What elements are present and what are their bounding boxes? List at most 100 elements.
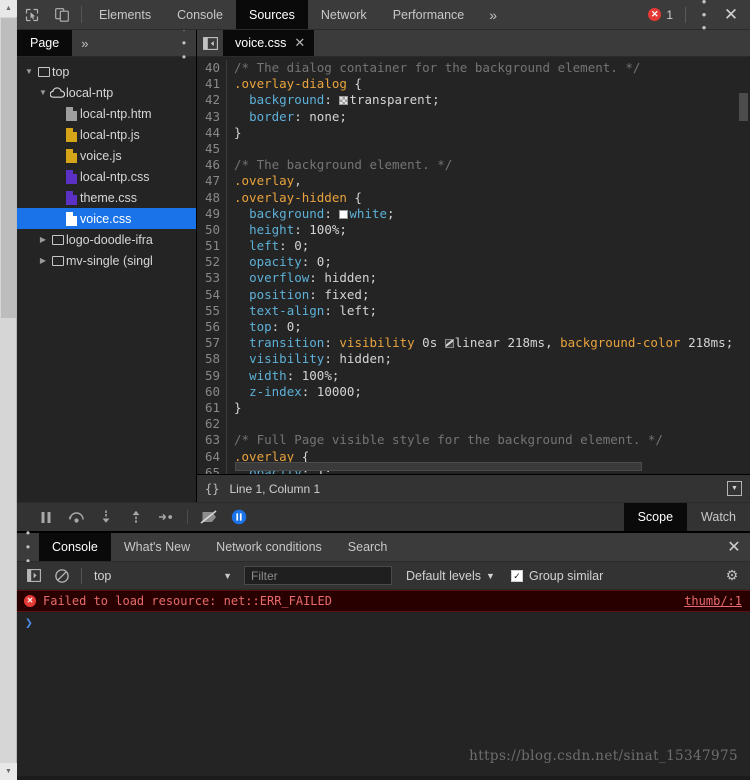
color-swatch-white-icon[interactable] <box>339 210 348 219</box>
line-number[interactable]: 52 <box>197 254 227 270</box>
tab-elements[interactable]: Elements <box>86 0 164 29</box>
code-line[interactable]: 56 top: 0; <box>197 319 750 335</box>
code-line[interactable]: 51 left: 0; <box>197 238 750 254</box>
console-context-select[interactable]: top ▼ <box>90 569 238 583</box>
console-message-source-link[interactable]: thumb/:1 <box>684 594 742 608</box>
tab-watch[interactable]: Watch <box>687 503 750 531</box>
navigator-more-tabs-button[interactable]: » <box>72 30 97 56</box>
tab-network[interactable]: Network <box>308 0 380 29</box>
step-button[interactable] <box>151 503 181 531</box>
navigator-tab-page[interactable]: Page <box>17 30 72 56</box>
console-sidebar-icon[interactable] <box>23 569 45 582</box>
code-line[interactable]: 52 opacity: 0; <box>197 254 750 270</box>
twisty-open-icon[interactable]: ▼ <box>23 67 35 76</box>
file-tree[interactable]: ▼top▼local-ntp local-ntp.htm local-ntp.j… <box>17 57 196 502</box>
code-line[interactable]: 53 overflow: hidden; <box>197 270 750 286</box>
tab-scope[interactable]: Scope <box>624 503 687 531</box>
editor-tab-voice-css[interactable]: voice.css ✕ <box>223 30 314 56</box>
line-number[interactable]: 45 <box>197 141 227 157</box>
code-line[interactable]: 45 <box>197 141 750 157</box>
color-swatch-transparent-icon[interactable] <box>339 96 348 105</box>
drawer-tab-network-conditions[interactable]: Network conditions <box>203 533 335 561</box>
line-number[interactable]: 53 <box>197 270 227 286</box>
line-number[interactable]: 59 <box>197 368 227 384</box>
deactivate-breakpoints-button[interactable] <box>194 503 224 531</box>
line-number[interactable]: 47 <box>197 173 227 189</box>
code-line[interactable]: 46/* The background element. */ <box>197 157 750 173</box>
code-line[interactable]: 43 border: none; <box>197 109 750 125</box>
twisty-closed-icon[interactable]: ▶ <box>37 235 49 244</box>
line-number[interactable]: 51 <box>197 238 227 254</box>
line-number[interactable]: 44 <box>197 125 227 141</box>
scrollbar-thumb[interactable] <box>1 18 16 318</box>
show-drawer-icon[interactable]: ▼ <box>727 481 742 496</box>
device-toolbar-icon[interactable] <box>47 0 77 29</box>
line-number[interactable]: 49 <box>197 206 227 222</box>
line-number[interactable]: 63 <box>197 432 227 448</box>
code-line[interactable]: 59 width: 100%; <box>197 368 750 384</box>
code-line[interactable]: 63/* Full Page visible style for the bac… <box>197 432 750 448</box>
line-number[interactable]: 46 <box>197 157 227 173</box>
show-navigator-icon[interactable] <box>197 30 223 56</box>
tree-item[interactable]: theme.css <box>17 187 196 208</box>
code-line[interactable]: 54 position: fixed; <box>197 287 750 303</box>
code-line[interactable]: 41.overlay-dialog { <box>197 76 750 92</box>
code-line[interactable]: 60 z-index: 10000; <box>197 384 750 400</box>
navigator-options-kebab-icon[interactable]: ••• <box>172 30 196 56</box>
line-number[interactable]: 41 <box>197 76 227 92</box>
line-number[interactable]: 42 <box>197 92 227 108</box>
line-number[interactable]: 62 <box>197 416 227 432</box>
group-similar-toggle[interactable]: ✓ Group similar <box>511 569 603 583</box>
step-out-button[interactable] <box>121 503 151 531</box>
line-number[interactable]: 48 <box>197 190 227 206</box>
code-line[interactable]: 42 background: transparent; <box>197 92 750 108</box>
scrollbar-down-arrow[interactable]: ▼ <box>0 763 17 780</box>
step-into-button[interactable] <box>91 503 121 531</box>
code-line[interactable]: 44} <box>197 125 750 141</box>
drawer-options-kebab-icon[interactable]: ••• <box>17 533 39 561</box>
tree-item[interactable]: ▶mv-single (singl <box>17 250 196 271</box>
line-number[interactable]: 65 <box>197 465 227 474</box>
tree-item[interactable]: local-ntp.js <box>17 124 196 145</box>
editor-tab-close-icon[interactable]: ✕ <box>294 35 305 51</box>
pretty-print-icon[interactable]: {} <box>205 482 219 496</box>
tab-performance[interactable]: Performance <box>380 0 478 29</box>
tree-item[interactable]: local-ntp.css <box>17 166 196 187</box>
line-number[interactable]: 55 <box>197 303 227 319</box>
line-number[interactable]: 54 <box>197 287 227 303</box>
twisty-closed-icon[interactable]: ▶ <box>37 256 49 265</box>
code-horizontal-scrollbar[interactable] <box>235 462 642 471</box>
scrollbar-up-arrow[interactable]: ▲ <box>0 0 17 17</box>
page-scrollbar[interactable]: ▲ ▼ <box>0 0 17 780</box>
tree-item[interactable]: ▼top <box>17 61 196 82</box>
code-line[interactable]: 55 text-align: left; <box>197 303 750 319</box>
line-number[interactable]: 56 <box>197 319 227 335</box>
line-number[interactable]: 64 <box>197 449 227 465</box>
tree-item[interactable]: ▼local-ntp <box>17 82 196 103</box>
tab-console[interactable]: Console <box>164 0 236 29</box>
console-log-levels-select[interactable]: Default levels ▼ <box>406 569 495 583</box>
bezier-curve-editor-icon[interactable] <box>445 339 454 348</box>
tree-item[interactable]: ▶logo-doodle-ifra <box>17 229 196 250</box>
group-similar-checkbox[interactable]: ✓ <box>511 570 523 582</box>
line-number[interactable]: 57 <box>197 335 227 351</box>
tree-item[interactable]: voice.js <box>17 145 196 166</box>
step-over-button[interactable] <box>61 503 91 531</box>
code-line[interactable]: 50 height: 100%; <box>197 222 750 238</box>
clear-console-icon[interactable] <box>51 569 73 583</box>
code-line[interactable]: 48.overlay-hidden { <box>197 190 750 206</box>
code-viewport[interactable]: 40/* The dialog container for the backgr… <box>197 57 750 474</box>
code-lines[interactable]: 40/* The dialog container for the backgr… <box>197 57 750 474</box>
line-number[interactable]: 60 <box>197 384 227 400</box>
pause-on-exceptions-button[interactable] <box>224 503 254 531</box>
console-prompt[interactable]: ❯ <box>17 612 750 635</box>
more-panels-button[interactable]: » <box>477 0 509 29</box>
line-number[interactable]: 61 <box>197 400 227 416</box>
code-line[interactable]: 47.overlay, <box>197 173 750 189</box>
line-number[interactable]: 40 <box>197 60 227 76</box>
drawer-tab-whats-new[interactable]: What's New <box>111 533 203 561</box>
error-count-badge[interactable]: ✕ 1 <box>642 8 679 22</box>
code-line[interactable]: 49 background: white; <box>197 206 750 222</box>
line-number[interactable]: 58 <box>197 351 227 367</box>
pause-script-button[interactable] <box>31 503 61 531</box>
